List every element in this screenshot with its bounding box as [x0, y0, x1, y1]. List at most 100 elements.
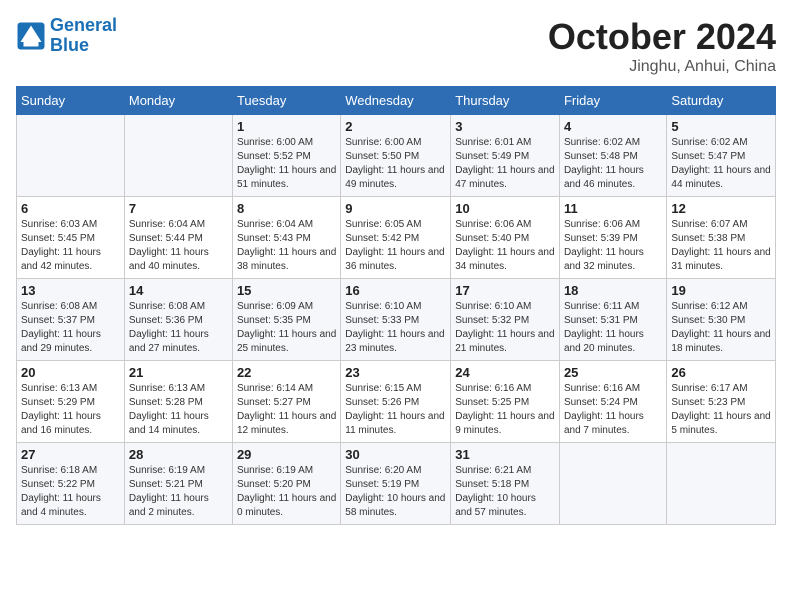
day-info: Sunrise: 6:04 AMSunset: 5:44 PMDaylight:… — [129, 218, 228, 274]
daylight-hours: Daylight: 11 hours and 27 minutes. — [129, 329, 209, 354]
calendar-cell: 21 Sunrise: 6:13 AMSunset: 5:28 PMDayligh… — [124, 361, 232, 443]
day-number: 5 — [671, 119, 771, 134]
calendar-cell: 14Sunrise: 6:08 AMSunset: 5:36 PMDayligh… — [124, 279, 232, 361]
day-number: 17 — [455, 283, 555, 298]
sunrise-info: Sunrise: 6:14 AM — [237, 383, 313, 394]
sunset-info: Sunset: 5:27 PM — [237, 397, 311, 408]
daylight-hours: Daylight: 11 hours and 14 minutes. — [129, 411, 209, 436]
sunrise-info: Sunrise: 6:04 AM — [129, 219, 205, 230]
sunset-info: Sunset: 5:48 PM — [564, 151, 638, 162]
daylight-hours: Daylight: 10 hours and 58 minutes. — [345, 493, 445, 518]
daylight-hours: Daylight: 11 hours and 16 minutes. — [21, 411, 101, 436]
daylight-hours: Daylight: 10 hours and 57 minutes. — [455, 493, 536, 518]
daylight-hours: Daylight: 11 hours and 31 minutes. — [671, 247, 770, 272]
day-number: 31 — [455, 447, 555, 462]
calendar-cell: 17 Sunrise: 6:10 AMSunset: 5:32 PMDayligh… — [451, 279, 560, 361]
day-info: Sunrise: 6:16 AMSunset: 5:24 PMDaylight:… — [564, 382, 662, 438]
column-header-monday: Monday — [124, 87, 232, 115]
calendar-cell: 15Sunrise: 6:09 AMSunset: 5:35 PMDayligh… — [232, 279, 340, 361]
calendar-cell: 4Sunrise: 6:02 AMSunset: 5:48 PMDaylight… — [559, 115, 666, 197]
day-info: Sunrise: 6:02 AMSunset: 5:47 PMDaylight:… — [671, 136, 771, 192]
sunset-info: Sunset: 5:31 PM — [564, 315, 638, 326]
calendar-week-row: 1Sunrise: 6:00 AMSunset: 5:52 PMDaylight… — [17, 115, 776, 197]
day-number: 23 — [345, 365, 446, 380]
daylight-hours: Daylight: 11 hours and 29 minutes. — [21, 329, 101, 354]
day-info: Sunrise: 6:10 AMSunset: 5:32 PMDaylight:… — [455, 300, 555, 356]
day-number: 29 — [237, 447, 336, 462]
column-header-friday: Friday — [559, 87, 666, 115]
day-info: Sunrise: 6:01 AMSunset: 5:49 PMDaylight:… — [455, 136, 555, 192]
month-title: October 2024 — [548, 16, 776, 58]
day-number: 30 — [345, 447, 446, 462]
sunrise-info: Sunrise: 6:07 AM — [671, 219, 747, 230]
sunset-info: Sunset: 5:44 PM — [129, 233, 203, 244]
calendar-cell: 1Sunrise: 6:00 AMSunset: 5:52 PMDaylight… — [232, 115, 340, 197]
day-info: Sunrise: 6:18 AMSunset: 5:22 PMDaylight:… — [21, 464, 120, 520]
daylight-hours: Daylight: 11 hours and 18 minutes. — [671, 329, 770, 354]
sunset-info: Sunset: 5:28 PM — [129, 397, 203, 408]
calendar-cell: 22Sunrise: 6:14 AMSunset: 5:27 PMDayligh… — [232, 361, 340, 443]
calendar-cell: 7Sunrise: 6:04 AMSunset: 5:44 PMDaylight… — [124, 197, 232, 279]
sunset-info: Sunset: 5:40 PM — [455, 233, 529, 244]
calendar-week-row: 27Sunrise: 6:18 AMSunset: 5:22 PMDayligh… — [17, 443, 776, 525]
day-info: Sunrise: 6:15 AMSunset: 5:26 PMDaylight:… — [345, 382, 446, 438]
calendar-cell: 26 Sunrise: 6:17 AM Sunset: 5:23 PM Dayligh… — [667, 361, 776, 443]
column-header-tuesday: Tuesday — [232, 87, 340, 115]
day-number: 20 — [21, 365, 120, 380]
logo: General Blue — [16, 16, 117, 56]
calendar-cell — [559, 443, 666, 525]
day-number: 7 — [129, 201, 228, 216]
day-info: Sunrise: 6:02 AMSunset: 5:48 PMDaylight:… — [564, 136, 662, 192]
daylight-hours: Daylight: 11 hours and 23 minutes. — [345, 329, 444, 354]
daylight-hours: Daylight: 11 hours and 46 minutes. — [564, 165, 644, 190]
day-number: 6 — [21, 201, 120, 216]
sunrise-info: Sunrise: 6:17 AM — [671, 383, 747, 394]
sunrise-info: Sunrise: 6:16 AM — [455, 383, 531, 394]
day-number: 3 — [455, 119, 555, 134]
daylight-hours: Daylight: 11 hours and 44 minutes. — [671, 165, 770, 190]
sunset-info: Sunset: 5:52 PM — [237, 151, 311, 162]
day-info: Sunrise: 6:13 AMSunset: 5:28 PMDaylight:… — [129, 382, 228, 438]
sunrise-info: Sunrise: 6:09 AM — [237, 301, 313, 312]
day-info: Sunrise: 6:11 AMSunset: 5:31 PMDaylight:… — [564, 300, 662, 356]
sunset-info: Sunset: 5:35 PM — [237, 315, 311, 326]
sunset-info: Sunset: 5:21 PM — [129, 479, 203, 490]
day-number: 21 — [129, 365, 228, 380]
day-info: Sunrise: 6:19 AMSunset: 5:21 PMDaylight:… — [129, 464, 228, 520]
daylight-hours: Daylight: 11 hours and 0 minutes. — [237, 493, 336, 518]
sunrise-info: Sunrise: 6:15 AM — [345, 383, 421, 394]
calendar-cell: 9Sunrise: 6:05 AMSunset: 5:42 PMDaylight… — [341, 197, 451, 279]
sunset-info: Sunset: 5:25 PM — [455, 397, 529, 408]
day-info: Sunrise: 6:06 AMSunset: 5:39 PMDaylight:… — [564, 218, 662, 274]
sunset-info: Sunset: 5:38 PM — [671, 233, 745, 244]
day-number: 12 — [671, 201, 771, 216]
daylight-hours: Daylight: 11 hours and 5 minutes. — [671, 411, 770, 436]
day-info: Sunrise: 6:06 AMSunset: 5:40 PMDaylight:… — [455, 218, 555, 274]
daylight-hours: Daylight: 11 hours and 36 minutes. — [345, 247, 444, 272]
daylight-hours: Daylight: 11 hours and 12 minutes. — [237, 411, 336, 436]
sunrise-info: Sunrise: 6:01 AM — [455, 137, 531, 148]
day-number: 28 — [129, 447, 228, 462]
day-number: 26 — [671, 365, 771, 380]
calendar-cell: 25Sunrise: 6:16 AMSunset: 5:24 PMDayligh… — [559, 361, 666, 443]
sunset-info: Sunset: 5:23 PM — [671, 397, 745, 408]
column-header-saturday: Saturday — [667, 87, 776, 115]
calendar-cell: 11Sunrise: 6:06 AMSunset: 5:39 PMDayligh… — [559, 197, 666, 279]
sunrise-info: Sunrise: 6:00 AM — [345, 137, 421, 148]
sunrise-info: Sunrise: 6:00 AM — [237, 137, 313, 148]
sunset-info: Sunset: 5:24 PM — [564, 397, 638, 408]
day-number: 9 — [345, 201, 446, 216]
daylight-hours: Daylight: 11 hours and 25 minutes. — [237, 329, 336, 354]
day-info: Sunrise: 6:07 AM Sunset: 5:38 PM Daylight:… — [671, 218, 771, 274]
sunset-info: Sunset: 5:26 PM — [345, 397, 419, 408]
calendar-cell — [667, 443, 776, 525]
day-number: 18 — [564, 283, 662, 298]
sunset-info: Sunset: 5:33 PM — [345, 315, 419, 326]
sunrise-info: Sunrise: 6:02 AM — [671, 137, 747, 148]
sunrise-info: Sunrise: 6:19 AM — [237, 465, 313, 476]
day-info: Sunrise: 6:12 AMSunset: 5:30 PMDaylight:… — [671, 300, 771, 356]
day-info: Sunrise: 6:16 AMSunset: 5:25 PMDaylight:… — [455, 382, 555, 438]
daylight-hours: Daylight: 11 hours and 2 minutes. — [129, 493, 209, 518]
calendar-week-row: 20Sunrise: 6:13 AMSunset: 5:29 PMDayligh… — [17, 361, 776, 443]
sunset-info: Sunset: 5:50 PM — [345, 151, 419, 162]
